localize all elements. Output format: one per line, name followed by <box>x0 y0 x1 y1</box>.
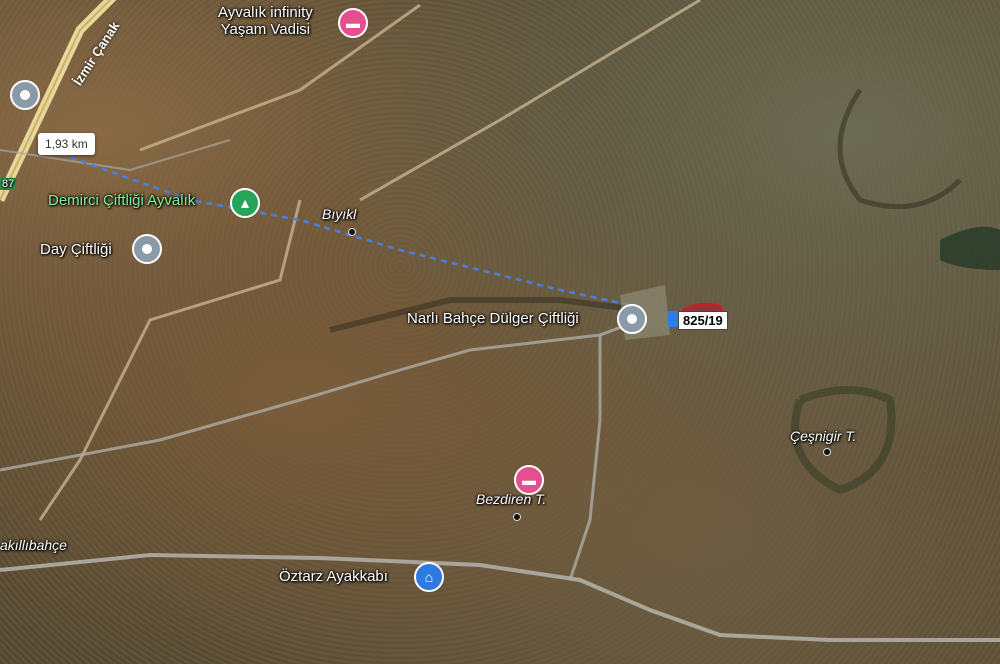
road-number: 87 <box>0 178 17 190</box>
place-oztarz[interactable]: Öztarz Ayakkabı <box>279 568 388 585</box>
shopping-bag-icon[interactable]: ⌂ <box>414 562 444 592</box>
tent-icon[interactable]: ▲ <box>230 188 260 218</box>
map-overlay <box>0 0 1000 642</box>
poi-dot <box>513 513 521 521</box>
place-ayvalik-infinity-line2: Yaşam Vadisi <box>220 21 311 38</box>
poi-dot <box>823 448 831 456</box>
place-cesnigir[interactable]: Çeşnigir T. <box>790 428 856 444</box>
place-ayvalik-infinity[interactable]: Ayvalık infinity Yaşam Vadisi <box>218 4 313 38</box>
place-bezdiren[interactable]: Bezdiren T. <box>476 491 546 507</box>
track-7 <box>0 139 231 172</box>
place-demirci[interactable]: Demirci Çiftliği Ayvalık <box>48 192 195 209</box>
place-biyikl[interactable]: Bıyıkl <box>322 206 356 222</box>
track-6 <box>0 552 1000 642</box>
distance-label: 1,93 km <box>38 133 95 155</box>
poi-dot <box>348 228 356 236</box>
track-5 <box>568 335 602 581</box>
location-pin-icon[interactable] <box>132 234 162 264</box>
place-day-ciftligi[interactable]: Day Çiftliği <box>40 241 112 258</box>
place-ayvalik-infinity-line1: Ayvalık infinity <box>218 4 313 21</box>
parcel-label[interactable]: 825/19 <box>678 311 728 330</box>
bed-icon[interactable]: ▬ <box>338 8 368 38</box>
location-pin-icon[interactable] <box>10 80 40 110</box>
place-narli-bahce[interactable]: Narlı Bahçe Dülger Çiftliği <box>407 310 579 327</box>
route-line <box>49 148 631 307</box>
location-pin-icon[interactable] <box>617 304 647 334</box>
satellite-map[interactable]: İzmir Çanak 87 1,93 km Ayvalık infinity … <box>0 0 1000 664</box>
parcel-tag <box>668 311 678 327</box>
track-4 <box>0 318 641 472</box>
dam-pond <box>940 226 1000 270</box>
track-2 <box>359 0 701 202</box>
place-akillibahce[interactable]: akıllıbahçe <box>0 537 67 553</box>
valley-2 <box>837 88 962 210</box>
